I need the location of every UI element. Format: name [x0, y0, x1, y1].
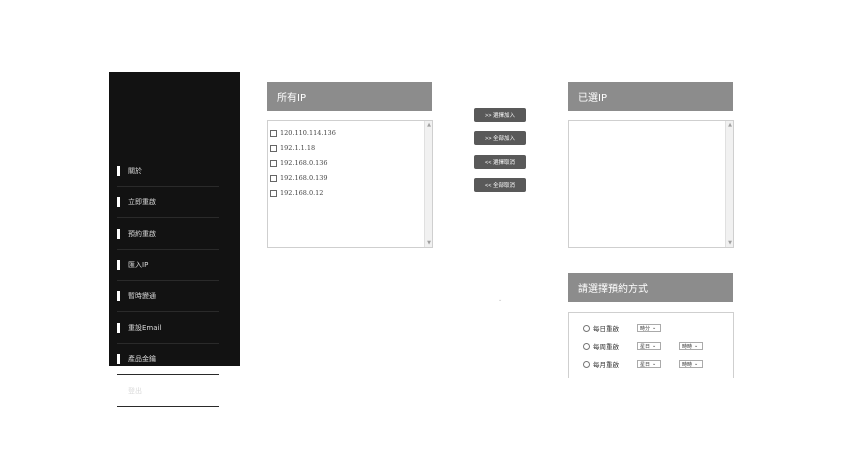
chevron-down-icon: ⌄: [652, 343, 657, 349]
nav-marker: [117, 228, 120, 239]
scroll-down-icon[interactable]: ▼: [728, 240, 732, 246]
nav-marker: [117, 322, 120, 333]
sidebar-item-label: 預約重啟: [128, 229, 156, 238]
sidebar-item-about[interactable]: 關於: [117, 155, 219, 187]
schedule-daily-option[interactable]: 每日重啟: [583, 323, 619, 333]
sidebar: 關於 立即重啟 預約重啟 匯入IP 暫時變通 重設Email 產品金鑰 登出: [109, 72, 240, 407]
monthly-label: 每月重啟: [593, 361, 619, 369]
weekly-radio[interactable]: [583, 342, 590, 350]
sidebar-item-restart-now[interactable]: 立即重啟: [117, 186, 219, 218]
sidebar-item-label: 登出: [128, 386, 142, 395]
nav-marker: [117, 353, 120, 364]
list-item[interactable]: 192.168.0.136: [270, 159, 328, 167]
nav-marker: [117, 290, 120, 301]
chevron-down-icon: ⌄: [694, 343, 699, 349]
schedule-weekly-option[interactable]: 每周重啟: [583, 341, 619, 351]
sidebar-item-schedule-restart[interactable]: 預約重啟: [117, 218, 219, 250]
sidebar-item-label: 立即重啟: [128, 197, 156, 206]
sidebar-item-label: 關於: [128, 166, 142, 175]
sidebar-item-label: 匯入IP: [128, 260, 149, 269]
monthly-time-select[interactable]: 時時 ⌄: [679, 360, 703, 368]
scroll-down-icon[interactable]: ▼: [427, 240, 431, 246]
all-ip-header: 所有IP: [267, 82, 432, 111]
chevron-down-icon: ⌄: [652, 325, 657, 331]
nav-marker: [117, 385, 120, 396]
sidebar-item-label: 產品金鑰: [128, 354, 156, 363]
add-all-button[interactable]: >> 全部加入: [474, 131, 526, 145]
all-ip-list[interactable]: ▲ ▼ 120.110.114.136 192.1.1.18 192.168.0…: [267, 120, 433, 248]
monthly-day-value: 星日: [640, 361, 651, 368]
sidebar-item-import-ip[interactable]: 匯入IP: [117, 249, 219, 281]
ip-checkbox[interactable]: [270, 129, 277, 137]
ip-address: 192.168.0.139: [280, 174, 328, 182]
sidebar-item-label: 重設Email: [128, 323, 162, 332]
daily-label: 每日重啟: [593, 325, 619, 333]
sidebar-item-label: 暫時變通: [128, 291, 156, 300]
ip-checkbox[interactable]: [270, 144, 277, 152]
selected-ip-list[interactable]: ▲ ▼: [568, 120, 734, 248]
ip-address: 192.1.1.18: [280, 144, 316, 152]
all-ip-scrollbar[interactable]: ▲ ▼: [424, 121, 432, 247]
ip-checkbox[interactable]: [270, 174, 277, 182]
selected-ip-header: 已選IP: [568, 82, 733, 111]
monthly-day-select[interactable]: 星日 ⌄: [637, 360, 661, 368]
schedule-header: 請選擇預約方式: [568, 273, 733, 302]
nav-marker: [117, 165, 120, 176]
weekly-day-select[interactable]: 星日 ⌄: [637, 342, 661, 350]
list-item[interactable]: 192.168.0.139: [270, 174, 328, 182]
list-item[interactable]: 120.110.114.136: [270, 129, 336, 137]
ip-checkbox[interactable]: [270, 189, 277, 197]
weekly-time-select[interactable]: 時時 ⌄: [679, 342, 703, 350]
daily-time-select[interactable]: 時分 ⌄: [637, 324, 661, 332]
remove-all-button[interactable]: << 全部取消: [474, 178, 526, 192]
schedule-monthly-option[interactable]: 每月重啟: [583, 359, 619, 369]
monthly-radio[interactable]: [583, 360, 590, 368]
scroll-up-icon[interactable]: ▲: [728, 122, 732, 128]
chevron-down-icon: ⌄: [694, 361, 699, 367]
ip-address: 192.168.0.12: [280, 189, 324, 197]
resize-handle-icon: ⌄: [498, 297, 503, 303]
daily-radio[interactable]: [583, 324, 590, 332]
selected-ip-scrollbar[interactable]: ▲ ▼: [725, 121, 733, 247]
scroll-up-icon[interactable]: ▲: [427, 122, 431, 128]
remove-selected-button[interactable]: << 選擇取消: [474, 155, 526, 169]
nav-marker: [117, 196, 120, 207]
sidebar-item-product-key[interactable]: 產品金鑰: [117, 343, 219, 375]
ip-checkbox[interactable]: [270, 159, 277, 167]
sidebar-item-logout[interactable]: 登出: [117, 375, 219, 407]
weekly-time-value: 時時: [682, 343, 693, 350]
add-selected-button[interactable]: >> 選擇加入: [474, 108, 526, 122]
list-item[interactable]: 192.168.0.12: [270, 189, 323, 197]
nav-marker: [117, 259, 120, 270]
weekly-label: 每周重啟: [593, 343, 619, 351]
chevron-down-icon: ⌄: [652, 361, 657, 367]
monthly-time-value: 時時: [682, 361, 693, 368]
list-item[interactable]: 192.1.1.18: [270, 144, 315, 152]
ip-address: 192.168.0.136: [280, 159, 328, 167]
sidebar-item-reset-email[interactable]: 重設Email: [117, 312, 219, 344]
ip-address: 120.110.114.136: [280, 129, 336, 137]
sidebar-item-workaround[interactable]: 暫時變通: [117, 280, 219, 312]
daily-time-value: 時分: [640, 325, 651, 332]
weekly-day-value: 星日: [640, 343, 651, 350]
